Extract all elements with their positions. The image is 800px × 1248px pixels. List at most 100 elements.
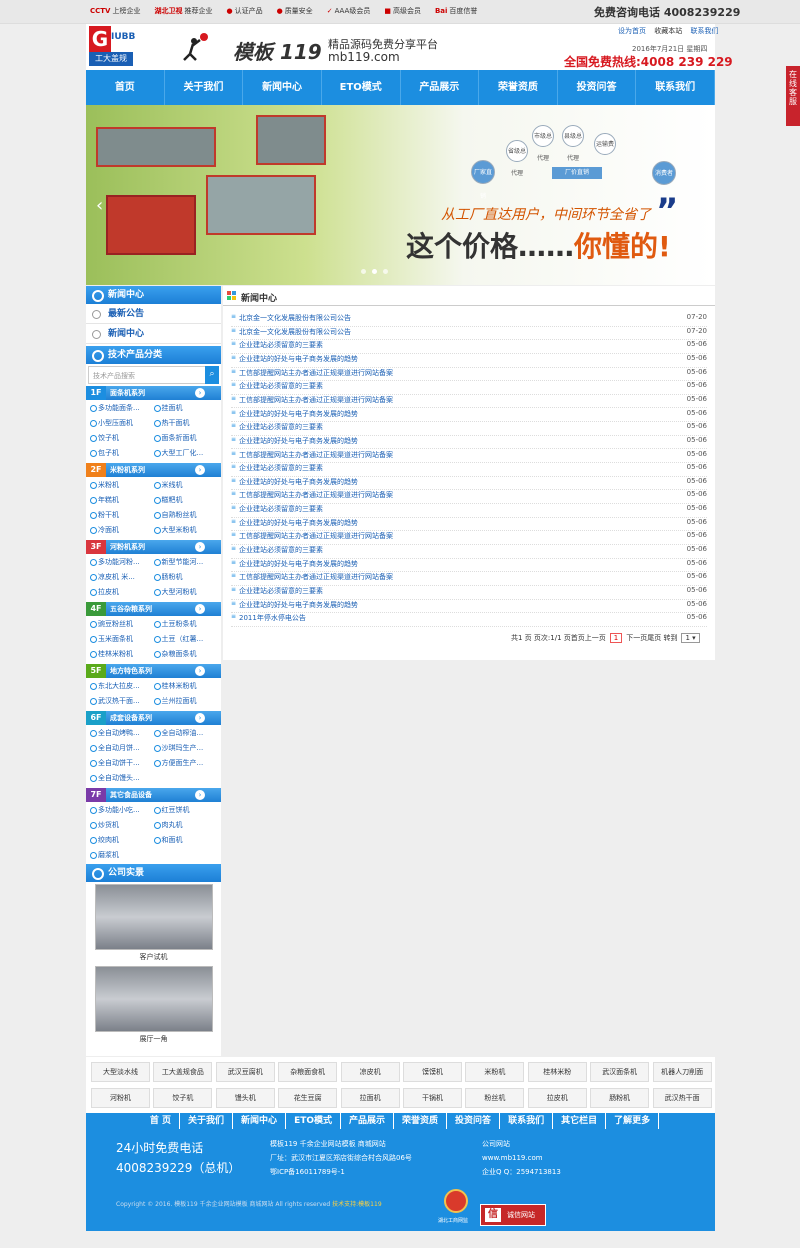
news-row[interactable]: 2011年停水停电公告 05-06 <box>231 613 707 627</box>
nav-item[interactable]: 荣誉资质 <box>479 70 558 105</box>
news-row[interactable]: 工信部提醒网站主办者通过正规渠道进行网站备案 05-06 <box>231 368 707 382</box>
floor-arrow-icon[interactable]: › <box>195 542 205 552</box>
news-title[interactable]: 企业建站必须留意的三要素 <box>231 545 323 558</box>
news-title[interactable]: 北京金一文化发展股份有限公司公告 <box>231 327 351 340</box>
badge-item[interactable]: ● 认证产品 <box>226 6 262 16</box>
news-title[interactable]: 企业建站的好处与电子商务发展的趋势 <box>231 477 358 490</box>
news-row[interactable]: 企业建站的好处与电子商务发展的趋势 05-06 <box>231 436 707 450</box>
footer-nav-item[interactable]: 投资问答 <box>447 1113 501 1129</box>
news-title[interactable]: 企业建站的好处与电子商务发展的趋势 <box>231 600 358 613</box>
banner-dot[interactable] <box>372 269 377 274</box>
nav-item[interactable]: 首页 <box>86 70 165 105</box>
floor-header[interactable]: 4F 五谷杂粮系列 › <box>86 602 221 616</box>
credibility-badge[interactable]: 信 诚信网站 <box>480 1204 546 1226</box>
floor-item[interactable]: 桂林米粉机 <box>153 680 218 693</box>
floor-item[interactable]: 方便面生产... <box>153 757 218 770</box>
floor-item[interactable]: 冷面机 <box>90 524 154 537</box>
pager-select[interactable]: 1 ▾ <box>681 633 700 643</box>
floor-item[interactable]: 炒货机 <box>90 819 154 832</box>
floor-item[interactable]: 米线机 <box>153 479 218 492</box>
floor-item[interactable]: 挂面机 <box>153 402 218 415</box>
company-photo[interactable] <box>94 884 213 950</box>
tag-link[interactable]: 馍馍机 <box>403 1062 462 1082</box>
tag-link[interactable]: 工大盖规食品 <box>153 1062 213 1082</box>
floor-item[interactable]: 磨浆机 <box>90 849 154 862</box>
news-row[interactable]: 企业建站的好处与电子商务发展的趋势 05-06 <box>231 518 707 532</box>
news-row[interactable]: 企业建站必须留意的三要素 05-06 <box>231 504 707 518</box>
badge-item[interactable]: CCTV 上榜企业 <box>90 6 140 16</box>
floor-header[interactable]: 6F 成套设备系列 › <box>86 711 221 725</box>
badge-item[interactable]: Bai 百度信誉 <box>435 6 477 16</box>
news-title[interactable]: 工信部提醒网站主办者通过正规渠道进行网站备案 <box>231 368 393 381</box>
nav-item[interactable]: 关于我们 <box>165 70 244 105</box>
news-title[interactable]: 企业建站的好处与电子商务发展的趋势 <box>231 559 358 572</box>
nav-item[interactable]: 新闻中心 <box>243 70 322 105</box>
news-row[interactable]: 企业建站必须留意的三要素 05-06 <box>231 545 707 559</box>
news-row[interactable]: 北京金一文化发展股份有限公司公告 07-20 <box>231 327 707 341</box>
floor-item[interactable]: 全自动饼干... <box>90 757 154 770</box>
floor-item[interactable]: 杂粮面条机 <box>153 648 218 661</box>
badge-item[interactable]: ✓ AAA级会员 <box>327 6 371 16</box>
tag-link[interactable]: 武汉豆腐机 <box>215 1062 275 1082</box>
news-row[interactable]: 企业建站的好处与电子商务发展的趋势 05-06 <box>231 409 707 423</box>
tag-link[interactable]: 花生豆腐 <box>278 1088 338 1108</box>
tag-link[interactable]: 拉面机 <box>340 1088 400 1108</box>
news-title[interactable]: 工信部提醒网站主办者通过正规渠道进行网站备案 <box>231 395 393 408</box>
floor-header[interactable]: 5F 地方特色系列 › <box>86 664 221 678</box>
tag-link[interactable]: 大型淡水线 <box>91 1062 150 1082</box>
tag-link[interactable]: 凉皮机 <box>340 1062 400 1082</box>
floor-item[interactable]: 多功能小吃... <box>90 804 154 817</box>
tag-link[interactable]: 拉皮机 <box>527 1088 587 1108</box>
floor-item[interactable]: 大型米粉机 <box>153 524 218 537</box>
news-title[interactable]: 工信部提醒网站主办者通过正规渠道进行网站备案 <box>231 450 393 463</box>
badge-item[interactable]: 湖北卫视 推荐企业 <box>154 6 212 16</box>
footer-nav-item[interactable]: 关于我们 <box>180 1113 234 1129</box>
pager-text[interactable]: 共1 页 页次:1/1 页首页上一页 <box>511 633 606 643</box>
pager-next[interactable]: 下一页尾页 转到 <box>626 633 677 643</box>
floor-arrow-icon[interactable]: › <box>195 465 205 475</box>
footer-text[interactable]: www.mb119.com <box>482 1151 561 1165</box>
news-title[interactable]: 企业建站的好处与电子商务发展的趋势 <box>231 518 358 531</box>
floor-item[interactable]: 饺子机 <box>90 432 154 445</box>
floor-item[interactable]: 全自动榨油... <box>153 727 218 740</box>
footer-nav-item[interactable]: 首 页 <box>142 1113 181 1129</box>
floor-item[interactable]: 土豆（红薯... <box>153 633 218 646</box>
floor-header[interactable]: 1F 面条机系列 › <box>86 386 221 400</box>
product-search-input[interactable]: 技术产品搜索 ⌕ <box>88 366 219 384</box>
floor-item[interactable]: 大型河粉机 <box>153 586 218 599</box>
news-title[interactable]: 企业建站必须留意的三要素 <box>231 381 323 394</box>
news-title[interactable]: 工信部提醒网站主办者通过正规渠道进行网站备案 <box>231 490 393 503</box>
news-title[interactable]: 企业建站必须留意的三要素 <box>231 586 323 599</box>
floor-item[interactable]: 肠粉机 <box>153 571 218 584</box>
floor-item[interactable]: 新型节能河... <box>153 556 218 569</box>
floor-item[interactable]: 绞肉机 <box>90 834 154 847</box>
floor-arrow-icon[interactable]: › <box>195 790 205 800</box>
company-photo[interactable] <box>94 966 213 1032</box>
banner-dots[interactable] <box>361 269 388 274</box>
news-title[interactable]: 企业建站必须留意的三要素 <box>231 422 323 435</box>
news-row[interactable]: 企业建站的好处与电子商务发展的趋势 05-06 <box>231 477 707 491</box>
floor-arrow-icon[interactable]: › <box>195 388 205 398</box>
floor-item[interactable]: 多功能面条... <box>90 402 154 415</box>
floor-item[interactable]: 红豆饼机 <box>153 804 218 817</box>
banner-dot[interactable] <box>361 269 366 274</box>
floor-arrow-icon[interactable]: › <box>195 666 205 676</box>
nav-item[interactable]: 联系我们 <box>636 70 715 105</box>
floor-item[interactable]: 凉皮机 米... <box>90 571 154 584</box>
floor-item[interactable]: 豌豆粉丝机 <box>90 618 154 631</box>
tag-link[interactable]: 饺子机 <box>153 1088 213 1108</box>
tag-link[interactable]: 干锅机 <box>403 1088 462 1108</box>
nav-item[interactable]: ETO模式 <box>322 70 401 105</box>
news-title[interactable]: 北京金一文化发展股份有限公司公告 <box>231 313 351 326</box>
pager-current[interactable]: 1 <box>609 633 623 643</box>
news-title[interactable]: 企业建站的好处与电子商务发展的趋势 <box>231 436 358 449</box>
bookmark-link[interactable]: 收藏本站 <box>654 27 682 35</box>
set-home-link[interactable]: 设为首页 <box>618 27 646 35</box>
contact-link[interactable]: 联系我们 <box>690 27 718 35</box>
floor-item[interactable]: 自熟粉丝机 <box>153 509 218 522</box>
badge-item[interactable]: ● 质量安全 <box>277 6 313 16</box>
news-title[interactable]: 企业建站必须留意的三要素 <box>231 340 323 353</box>
floor-item[interactable]: 武汉热干面... <box>90 695 154 708</box>
floor-item[interactable]: 桂林米粉机 <box>90 648 154 661</box>
floor-item[interactable]: 兰州拉面机 <box>153 695 218 708</box>
